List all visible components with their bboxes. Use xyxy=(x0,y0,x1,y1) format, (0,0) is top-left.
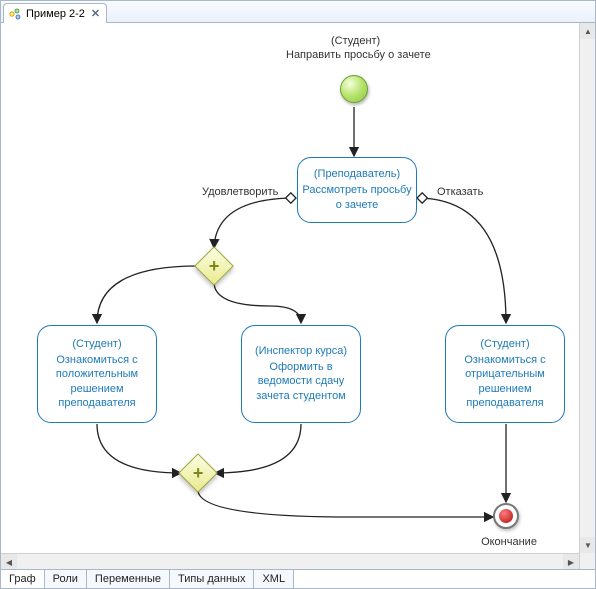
edge-reject-label: Отказать xyxy=(437,186,483,198)
start-role-label: (Студент) xyxy=(331,35,377,47)
node-negative[interactable]: (Студент) Ознакомиться с отрицательным р… xyxy=(445,325,565,423)
end-event[interactable] xyxy=(493,503,519,529)
scroll-right-button[interactable]: ▶ xyxy=(563,554,579,569)
process-icon xyxy=(8,7,22,21)
scrollbar-vertical[interactable]: ▲ ▼ xyxy=(579,23,595,569)
node-negative-role: (Студент) xyxy=(480,338,529,350)
tabbar-bottom: Граф Роли Переменные Типы данных XML xyxy=(1,569,595,588)
start-desc-label: Направить просьбу о зачете xyxy=(286,49,426,61)
edge-approve-label: Удовлетворить xyxy=(202,186,278,198)
scroll-up-button[interactable]: ▲ xyxy=(580,23,595,39)
node-register[interactable]: (Инспектор курса) Оформить в ведомости с… xyxy=(241,325,361,423)
plus-icon: + xyxy=(209,257,220,275)
tab-xml[interactable]: XML xyxy=(254,570,294,588)
scrollbar-horizontal[interactable]: ◀ ▶ xyxy=(1,553,579,569)
end-label: Окончание xyxy=(479,536,539,548)
start-event[interactable] xyxy=(340,75,368,103)
node-negative-desc: Ознакомиться с отрицательным решением пр… xyxy=(450,353,560,410)
canvas[interactable]: (Студент) Направить просьбу о зачете (Пр… xyxy=(1,23,595,569)
edges-layer xyxy=(1,23,595,569)
node-register-role: (Инспектор курса) xyxy=(255,345,347,357)
plus-icon: + xyxy=(193,464,204,482)
tabbar-top: Пример 2-2 ✕ xyxy=(1,1,595,23)
editor-window: Пример 2-2 ✕ xyxy=(0,0,596,589)
tab-title: Пример 2-2 xyxy=(26,8,85,20)
node-register-desc: Оформить в ведомости сдачу зачета студен… xyxy=(246,360,356,403)
tab-variables[interactable]: Переменные xyxy=(87,570,170,588)
end-event-inner xyxy=(499,509,513,523)
node-positive-desc: Ознакомиться с положительным решением пр… xyxy=(42,353,152,410)
node-positive-role: (Студент) xyxy=(72,338,121,350)
scroll-left-button[interactable]: ◀ xyxy=(1,554,17,569)
tab-datatypes[interactable]: Типы данных xyxy=(170,570,254,588)
node-review-role: (Преподаватель) xyxy=(314,168,400,180)
node-review[interactable]: (Преподаватель) Рассмотреть просьбу о за… xyxy=(297,157,417,223)
node-review-desc: Рассмотреть просьбу о зачете xyxy=(302,183,412,212)
gateway-merge[interactable]: + xyxy=(178,453,218,493)
gateway-split[interactable]: + xyxy=(194,246,234,286)
tab-roles[interactable]: Роли xyxy=(45,570,87,588)
node-positive[interactable]: (Студент) Ознакомиться с положительным р… xyxy=(37,325,157,423)
scroll-down-button[interactable]: ▼ xyxy=(580,537,595,553)
close-icon[interactable]: ✕ xyxy=(91,7,100,20)
tab-graph[interactable]: Граф xyxy=(1,570,45,588)
tab-top-active[interactable]: Пример 2-2 ✕ xyxy=(3,3,107,23)
